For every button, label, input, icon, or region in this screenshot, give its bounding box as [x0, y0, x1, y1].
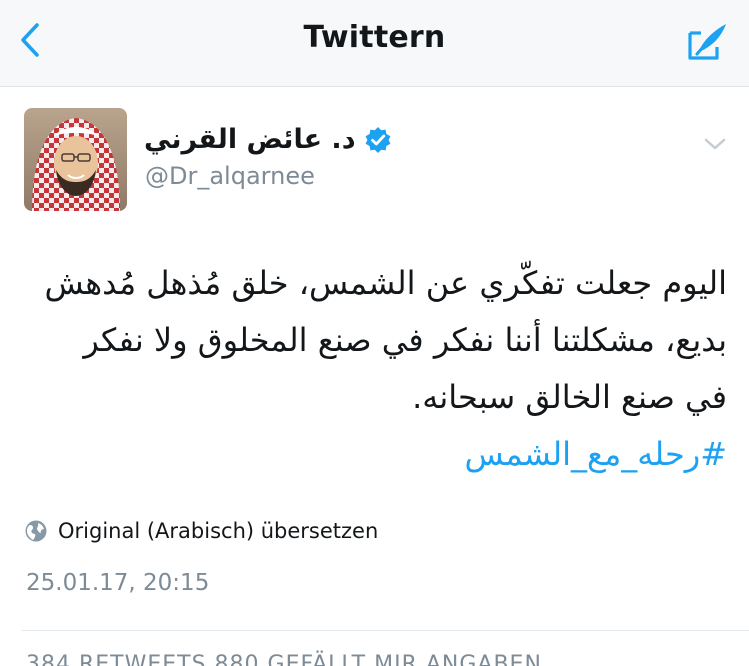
author-handle[interactable]: @Dr_alqarnee [145, 162, 315, 190]
tweet-detail-screen: Twittern د. عائض القرني @Dr_alqarnee الي… [0, 0, 749, 666]
tweet-timestamp: 25.01.17, 20:15 [26, 570, 210, 596]
author-name-row[interactable]: د. عائض القرني [144, 124, 392, 155]
divider [22, 630, 749, 631]
author-name: د. عائض القرني [144, 124, 356, 155]
tweet-text: اليوم جعلت تفكّري عن الشمس، خلق مُذهل مُ… [22, 255, 727, 483]
tweet-text-line: في صنع الخالق سبحانه. [412, 378, 727, 416]
tweet-stats-row[interactable]: 384 RETWEETS 880 GEFÄLLT MIR ANGABEN [26, 652, 542, 666]
globe-icon [25, 520, 47, 542]
hashtag-link[interactable]: #رحله_مع_الشمس [22, 426, 727, 483]
translate-label: Original (Arabisch) übersetzen [58, 519, 379, 543]
compose-tweet-button[interactable] [685, 18, 731, 64]
navigation-bar: Twittern [0, 0, 749, 87]
avatar[interactable] [24, 108, 127, 211]
page-title: Twittern [303, 20, 446, 55]
tweet-text-line: اليوم جعلت تفكّري عن الشمس، خلق مُذهل مُ… [44, 264, 727, 302]
compose-tweet-icon [688, 24, 726, 60]
avatar-image [24, 108, 127, 211]
verified-badge-icon [365, 126, 390, 153]
translate-button[interactable]: Original (Arabisch) übersetzen [24, 519, 378, 543]
chevron-down-icon[interactable] [701, 130, 729, 158]
tweet-text-line: بديع، مشكلتنا أننا نفكر في صنع المخلوق و… [83, 321, 727, 359]
